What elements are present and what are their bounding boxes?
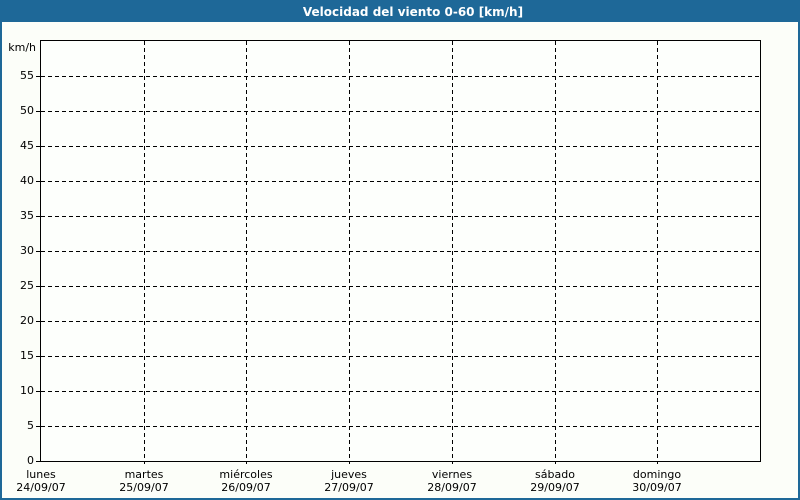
y-tick-mark: [36, 461, 40, 462]
gridline-horizontal: [41, 251, 760, 252]
y-tick-label: 25: [2, 279, 34, 293]
y-tick-label: 50: [2, 104, 34, 118]
gridline-horizontal: [41, 426, 760, 427]
x-day-weekday: jueves: [301, 468, 397, 481]
y-tick-label: 35: [2, 209, 34, 223]
y-tick-label: 0: [2, 454, 34, 468]
gridline-horizontal: [41, 321, 760, 322]
x-day-date: 28/09/07: [404, 481, 500, 494]
gridline-horizontal: [41, 356, 760, 357]
x-day-date: 29/09/07: [507, 481, 603, 494]
x-day-weekday: domingo: [609, 468, 705, 481]
gridline-horizontal: [41, 216, 760, 217]
x-day-date: 25/09/07: [96, 481, 192, 494]
gridline-horizontal: [41, 76, 760, 77]
y-tick-mark: [36, 321, 40, 322]
y-tick-label: 40: [2, 174, 34, 188]
y-tick-mark: [36, 181, 40, 182]
x-day-label: jueves27/09/07: [301, 468, 397, 494]
gridline-horizontal: [41, 391, 760, 392]
y-tick-label: 10: [2, 384, 34, 398]
y-tick-mark: [36, 111, 40, 112]
x-day-date: 26/09/07: [198, 481, 294, 494]
x-day-weekday: martes: [96, 468, 192, 481]
x-day-date: 27/09/07: [301, 481, 397, 494]
x-day-label: miércoles26/09/07: [198, 468, 294, 494]
y-tick-label: 55: [2, 69, 34, 83]
y-tick-label: 15: [2, 349, 34, 363]
x-day-label: viernes28/09/07: [404, 468, 500, 494]
gridline-vertical: [144, 41, 145, 464]
y-tick-label: 45: [2, 139, 34, 153]
y-tick-mark: [36, 146, 40, 147]
x-day-date: 24/09/07: [0, 481, 89, 494]
gridline-vertical: [452, 41, 453, 464]
x-day-weekday: miércoles: [198, 468, 294, 481]
gridline-horizontal: [41, 286, 760, 287]
gridline-horizontal: [41, 146, 760, 147]
y-tick-label: 20: [2, 314, 34, 328]
y-axis-unit-label: km/h: [2, 41, 36, 54]
y-tick-mark: [36, 356, 40, 357]
x-day-weekday: lunes: [0, 468, 89, 481]
x-day-label: lunes24/09/07: [0, 468, 89, 494]
wind-speed-chart-widget: Velocidad del viento 0-60 [km/h] km/h 0 5…: [0, 0, 800, 500]
x-day-weekday: sábado: [507, 468, 603, 481]
chart-title: Velocidad del viento 0-60 [km/h]: [303, 5, 523, 19]
y-tick-mark: [36, 76, 40, 77]
x-day-label: sábado29/09/07: [507, 468, 603, 494]
y-tick-mark: [36, 286, 40, 287]
chart-title-bar: Velocidad del viento 0-60 [km/h]: [2, 2, 798, 22]
plot-area: [40, 40, 761, 462]
y-tick-label: 30: [2, 244, 34, 258]
gridline-vertical: [657, 41, 658, 464]
gridline-vertical: [349, 41, 350, 464]
x-day-label: martes25/09/07: [96, 468, 192, 494]
y-tick-mark: [36, 391, 40, 392]
gridline-vertical: [555, 41, 556, 464]
y-tick-mark: [36, 251, 40, 252]
gridline-horizontal: [41, 111, 760, 112]
y-tick-mark: [36, 426, 40, 427]
x-day-label: domingo30/09/07: [609, 468, 705, 494]
y-tick-label: 5: [2, 419, 34, 433]
x-day-weekday: viernes: [404, 468, 500, 481]
gridline-horizontal: [41, 181, 760, 182]
gridline-vertical: [246, 41, 247, 464]
y-tick-mark: [36, 216, 40, 217]
x-day-date: 30/09/07: [609, 481, 705, 494]
